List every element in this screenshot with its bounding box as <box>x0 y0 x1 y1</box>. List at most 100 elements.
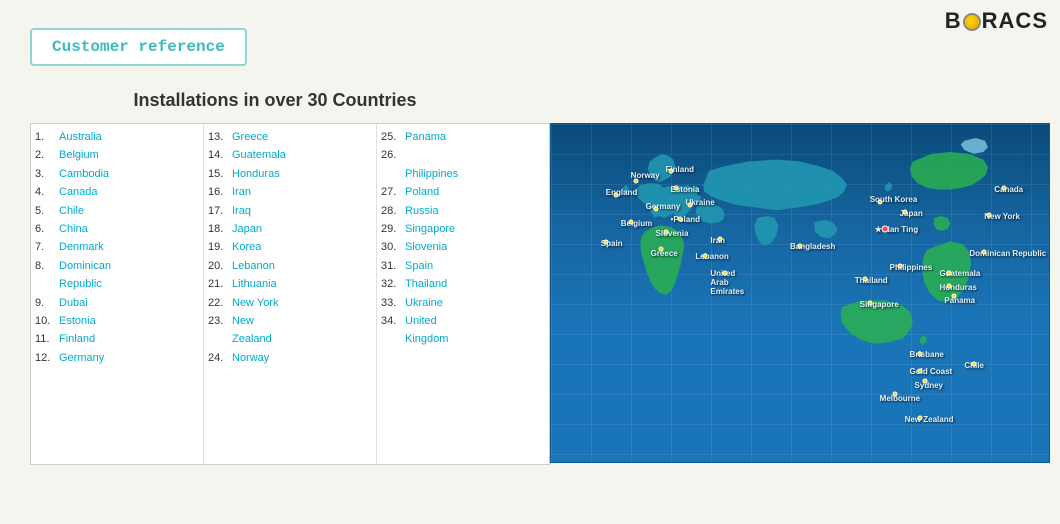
map-dot-germany <box>653 206 658 211</box>
logo-text: BRACS <box>945 8 1048 34</box>
list-item: 2.Belgium <box>35 148 199 163</box>
map-dot-norway <box>633 179 638 184</box>
map-dot-dominican <box>982 250 987 255</box>
map-dot-finland <box>668 169 673 174</box>
list-item: 30.Slovenia <box>381 240 545 255</box>
map-label-germany: Germany <box>646 202 681 211</box>
map-dot-philippines <box>897 263 902 268</box>
map-dot-gold-coast <box>917 368 922 373</box>
list-item: 5.Chile <box>35 204 199 219</box>
customer-reference-box: Customer reference <box>30 28 247 66</box>
logo: BRACS <box>945 8 1048 34</box>
list-item: Kingdom <box>381 332 545 347</box>
list-item: 8.Dominican <box>35 259 199 274</box>
list-item: 32.Thailand <box>381 277 545 292</box>
list-item: 15.Honduras <box>208 167 372 182</box>
map-dot-nan-ting <box>881 225 888 232</box>
map-dot-new-zealand <box>917 416 922 421</box>
map-label-gold-coast: Gold Coast <box>910 367 953 376</box>
map-label-guatemala: Guatemala <box>939 269 980 278</box>
map-label-dominican: Dominican Republic <box>969 249 1046 258</box>
countries-columns: 1.Australia 2.Belgium 3.Cambodia 4.Canad… <box>31 124 549 464</box>
list-item: 31.Spain <box>381 259 545 274</box>
map-dot-lebanon <box>703 253 708 258</box>
map-dot-spain <box>603 240 608 245</box>
list-item: 1.Australia <box>35 130 199 145</box>
map-label-slovenia: Slovenia <box>656 229 689 238</box>
map-dot-slovenia <box>663 230 668 235</box>
map-label-melbourne: Melbourne <box>880 394 920 403</box>
list-item: 12.Germany <box>35 351 199 366</box>
map-label-brisbane: Brisbane <box>910 350 944 359</box>
list-item: Philippines <box>381 167 545 182</box>
list-item: 33.Ukraine <box>381 296 545 311</box>
map-dot-uae <box>723 270 728 275</box>
map-label-canada: Canada <box>994 185 1023 194</box>
list-item: 23.New <box>208 314 372 329</box>
list-item: 18.Japan <box>208 222 372 237</box>
map-label-england: England <box>606 188 638 197</box>
map-dot-brisbane <box>917 351 922 356</box>
map-label-sydney: Sydney <box>915 381 943 390</box>
map-dot-bangladesh <box>798 243 803 248</box>
customer-reference-label: Customer reference <box>52 38 225 56</box>
map-dot-singapore <box>867 301 872 306</box>
map-label-panama: Panama <box>944 296 975 305</box>
list-item: 28.Russia <box>381 204 545 219</box>
list-item: 27.Poland <box>381 185 545 200</box>
map-dot-england <box>613 192 618 197</box>
map-dot-estonia <box>673 186 678 191</box>
section-title: Installations in over 30 Countries <box>30 90 520 111</box>
map-dot-sydney <box>922 378 927 383</box>
map-label-honduras: Honduras <box>939 283 976 292</box>
country-column-3: 25.Panama 26. Philippines 27.Poland 28.R… <box>377 124 549 464</box>
map-dot-poland <box>678 216 683 221</box>
map-dot-guatemala <box>947 270 952 275</box>
map-dot-belgium <box>628 220 633 225</box>
list-item: 22.New York <box>208 296 372 311</box>
map-dot-new-york <box>987 213 992 218</box>
list-item: 9.Dubai <box>35 296 199 311</box>
map-dot-south-korea <box>877 199 882 204</box>
map-dot-thailand <box>862 277 867 282</box>
list-item: 17.Iraq <box>208 204 372 219</box>
list-item: 10.Estonia <box>35 314 199 329</box>
map-dot-melbourne <box>892 392 897 397</box>
countries-area: 1.Australia 2.Belgium 3.Cambodia 4.Canad… <box>30 123 1050 465</box>
list-item: 21.Lithuania <box>208 277 372 292</box>
list-item: 11.Finland <box>35 332 199 347</box>
list-item: 25.Panama <box>381 130 545 145</box>
list-item: Zealand <box>208 332 372 347</box>
country-column-2: 13.Greece 14.Guatemala 15.Honduras 16.Ir… <box>204 124 377 464</box>
list-item: 14.Guatemala <box>208 148 372 163</box>
logo-o-icon <box>963 13 981 31</box>
map-dot-chile <box>972 361 977 366</box>
map-dot-iran <box>718 236 723 241</box>
list-item: 7.Denmark <box>35 240 199 255</box>
list-item: 29.Singapore <box>381 222 545 237</box>
map-dot-canada <box>1002 186 1007 191</box>
world-map: Norway Finland Estonia England Germany B… <box>550 123 1050 463</box>
map-label-philippines: Philippines <box>890 263 933 272</box>
country-column-1: 1.Australia 2.Belgium 3.Cambodia 4.Canad… <box>31 124 204 464</box>
list-item: 3.Cambodia <box>35 167 199 182</box>
map-label-lebanon: Lebanon <box>695 252 728 261</box>
list-item: 16.Iran <box>208 185 372 200</box>
list-item: 34.United <box>381 314 545 329</box>
countries-table: 1.Australia 2.Belgium 3.Cambodia 4.Canad… <box>30 123 550 465</box>
list-item: 20.Lebanon <box>208 259 372 274</box>
map-label-greece: Greece <box>651 249 678 258</box>
list-item: 4.Canada <box>35 185 199 200</box>
map-dot-japan <box>902 209 907 214</box>
map-label-belgium: Belgium <box>621 219 653 228</box>
list-item: 6.China <box>35 222 199 237</box>
map-dot-honduras <box>947 284 952 289</box>
map-svg <box>551 124 1049 462</box>
list-item: Republic <box>35 277 199 292</box>
map-label-poland: •Poland <box>671 215 700 224</box>
map-dot-ukraine <box>688 203 693 208</box>
list-item: 26. <box>381 148 545 163</box>
list-item: 24.Norway <box>208 351 372 366</box>
map-label-thailand: Thailand <box>855 276 888 285</box>
list-item: 19.Korea <box>208 240 372 255</box>
